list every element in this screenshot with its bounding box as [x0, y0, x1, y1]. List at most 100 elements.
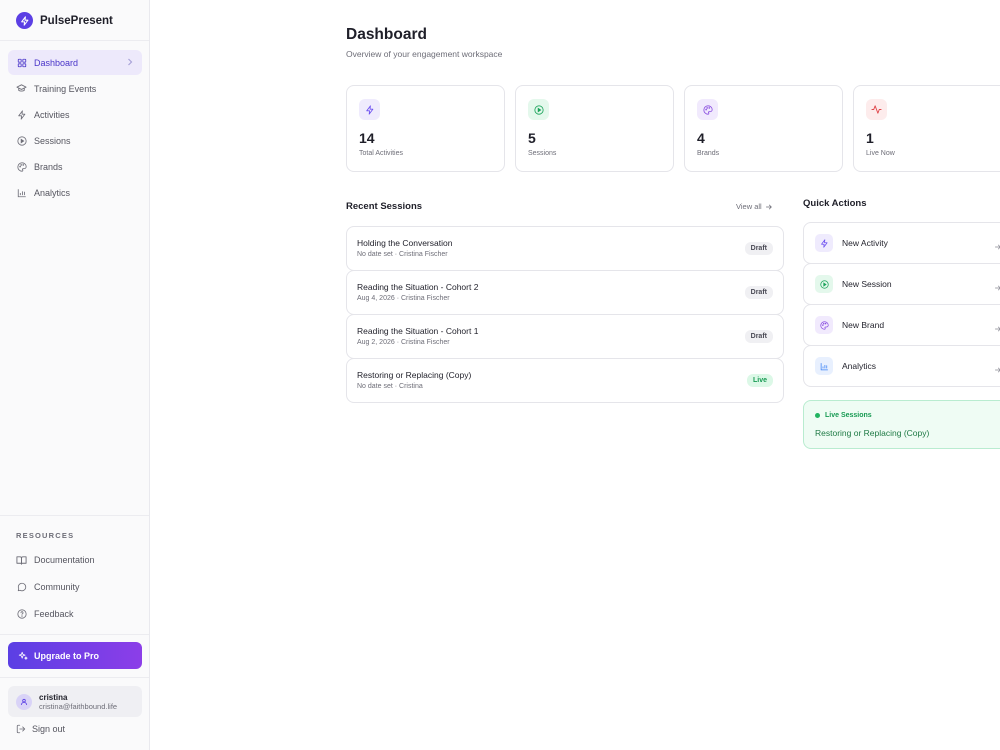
- stat-card-brands[interactable]: 4 Brands: [684, 85, 843, 172]
- nav-item-documentation[interactable]: Documentation: [8, 547, 142, 573]
- quick-action-label: New Activity: [842, 238, 888, 248]
- recent-sessions-heading: Recent Sessions: [346, 201, 423, 212]
- nav-label: Dashboard: [34, 57, 79, 68]
- session-meta: Aug 4, 2026 · Cristina Fischer: [357, 295, 450, 302]
- live-session-name: Restoring or Replacing (Copy): [815, 428, 930, 438]
- sparkles-icon: [18, 651, 28, 661]
- play-circle-icon: [815, 275, 833, 293]
- session-title: Reading the Situation - Cohort 2: [357, 282, 479, 292]
- book-icon: [16, 555, 27, 566]
- arrow-right-icon: [994, 279, 1000, 297]
- page-title: Dashboard: [346, 26, 427, 43]
- session-title: Holding the Conversation: [357, 238, 453, 248]
- status-badge: Draft: [744, 286, 773, 299]
- bolt-icon: [359, 99, 380, 120]
- stat-value: 4: [697, 130, 705, 146]
- live-sessions-header: Live Sessions: [815, 412, 872, 419]
- nav-item-sessions[interactable]: Sessions: [8, 128, 142, 153]
- stat-value: 1: [866, 130, 874, 146]
- status-badge: Draft: [744, 242, 773, 255]
- quick-action-new-brand[interactable]: New Brand: [803, 304, 1000, 346]
- nav-label: Community: [34, 582, 80, 592]
- stat-label: Brands: [697, 150, 720, 157]
- arrow-right-icon: [765, 203, 773, 211]
- palette-icon: [697, 99, 718, 120]
- pulse-logo-icon: [16, 12, 33, 29]
- divider: [0, 677, 149, 678]
- resources-heading: RESOURCES: [16, 531, 75, 540]
- bar-chart-icon: [815, 357, 833, 375]
- nav-label: Documentation: [34, 555, 95, 565]
- stat-card-sessions[interactable]: 5 Sessions: [515, 85, 674, 172]
- play-circle-icon: [528, 99, 549, 120]
- quick-action-new-activity[interactable]: New Activity: [803, 222, 1000, 264]
- live-dot-icon: [815, 413, 820, 418]
- nav-item-community[interactable]: Community: [8, 574, 142, 600]
- nav-item-analytics[interactable]: Analytics: [8, 180, 142, 205]
- stat-label: Sessions: [528, 150, 557, 157]
- live-sessions-card[interactable]: Live Sessions Restoring or Replacing (Co…: [803, 400, 1000, 449]
- status-badge: Live: [746, 374, 773, 387]
- chat-bubble-icon: [16, 582, 27, 593]
- brand[interactable]: PulsePresent: [16, 12, 113, 29]
- divider: [0, 515, 149, 516]
- session-row[interactable]: Restoring or Replacing (Copy) No date se…: [346, 358, 784, 403]
- divider: [0, 40, 149, 41]
- nav-item-brands[interactable]: Brands: [8, 154, 142, 179]
- recent-sessions-list: Holding the Conversation No date set · C…: [346, 226, 784, 403]
- upgrade-to-pro-button[interactable]: Upgrade to Pro: [8, 642, 142, 669]
- play-circle-icon: [16, 135, 27, 146]
- palette-icon: [16, 161, 27, 172]
- quick-action-label: New Session: [842, 279, 892, 289]
- sidebar: PulsePresent Dashboard Training Events A…: [0, 0, 150, 750]
- session-title: Reading the Situation - Cohort 1: [357, 326, 479, 336]
- nav-label: Feedback: [34, 609, 74, 619]
- quick-action-new-session[interactable]: New Session: [803, 263, 1000, 305]
- stat-label: Total Activities: [359, 150, 403, 157]
- divider: [0, 634, 149, 635]
- brand-name: PulsePresent: [40, 14, 113, 27]
- avatar: [16, 693, 32, 710]
- log-out-icon: [16, 724, 26, 734]
- sign-out-label: Sign out: [32, 724, 66, 734]
- palette-icon: [815, 316, 833, 334]
- nav-item-training-events[interactable]: Training Events: [8, 76, 142, 101]
- session-title: Restoring or Replacing (Copy): [357, 370, 472, 380]
- view-all-link[interactable]: View all: [736, 202, 773, 211]
- question-circle-icon: [16, 609, 27, 620]
- live-sessions-title: Live Sessions: [825, 412, 872, 419]
- bar-chart-icon: [16, 187, 27, 198]
- stat-card-total-activities[interactable]: 14 Total Activities: [346, 85, 505, 172]
- session-row[interactable]: Holding the Conversation No date set · C…: [346, 226, 784, 271]
- main-nav: Dashboard Training Events Activities Ses…: [8, 50, 142, 206]
- session-meta: No date set · Cristina Fischer: [357, 251, 448, 258]
- bolt-icon: [16, 109, 27, 120]
- upgrade-label: Upgrade to Pro: [34, 650, 100, 661]
- page-subtitle: Overview of your engagement workspace: [346, 49, 503, 59]
- nav-item-feedback[interactable]: Feedback: [8, 601, 142, 627]
- resources-nav: Documentation Community Feedback: [8, 547, 142, 628]
- session-row[interactable]: Reading the Situation - Cohort 1 Aug 2, …: [346, 314, 784, 359]
- quick-action-label: Analytics: [842, 361, 877, 371]
- quick-action-analytics[interactable]: Analytics: [803, 345, 1000, 387]
- grid-icon: [16, 57, 27, 68]
- nav-label: Sessions: [34, 135, 71, 146]
- stat-card-live-now[interactable]: 1 Live Now: [853, 85, 1000, 172]
- user-profile[interactable]: cristina cristina@faithbound.life: [8, 686, 142, 717]
- nav-label: Training Events: [34, 83, 97, 94]
- session-meta: Aug 2, 2026 · Cristina Fischer: [357, 339, 450, 346]
- stat-value: 14: [359, 130, 375, 146]
- user-email: cristina@faithbound.life: [39, 701, 118, 711]
- sign-out-button[interactable]: Sign out: [16, 724, 65, 734]
- nav-label: Analytics: [34, 187, 71, 198]
- nav-item-dashboard[interactable]: Dashboard: [8, 50, 142, 75]
- stat-label: Live Now: [866, 150, 895, 157]
- arrow-right-icon: [994, 361, 1000, 379]
- nav-item-activities[interactable]: Activities: [8, 102, 142, 127]
- bolt-icon: [815, 234, 833, 252]
- arrow-right-icon: [994, 320, 1000, 338]
- activity-icon: [866, 99, 887, 120]
- session-row[interactable]: Reading the Situation - Cohort 2 Aug 4, …: [346, 270, 784, 315]
- graduation-cap-icon: [16, 83, 27, 94]
- nav-label: Brands: [34, 161, 63, 172]
